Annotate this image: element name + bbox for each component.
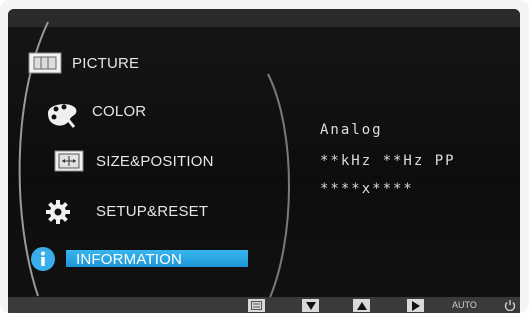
menu-item-label: SETUP&RESET (96, 203, 209, 220)
palette-icon (42, 99, 82, 134)
info-icon (30, 246, 56, 277)
menu-item-label: PICTURE (72, 55, 140, 72)
menu-icon (251, 301, 262, 310)
power-icon[interactable] (504, 299, 516, 311)
down-button[interactable] (302, 299, 319, 312)
up-button[interactable] (353, 299, 370, 312)
up-arrow-icon (356, 301, 367, 310)
menu-item-label: SIZE&POSITION (96, 153, 214, 170)
auto-button[interactable]: AUTO (452, 300, 477, 310)
menu-item-label: INFORMATION (76, 251, 183, 268)
osd-top-bar (8, 9, 520, 27)
resolution-info: ****x**** (320, 181, 414, 197)
monitor-osd-frame: PICTURE COLOR SIZE&POSITION SETUP&RESET … (0, 0, 529, 313)
down-arrow-icon (305, 301, 316, 310)
right-arrow-icon (411, 300, 420, 311)
signal-type: Analog (320, 122, 383, 138)
size-position-icon (54, 150, 84, 177)
menu-button[interactable] (248, 299, 265, 312)
gear-icon (44, 198, 72, 231)
frequency-info: **kHz **Hz PP (320, 153, 456, 169)
enter-button[interactable] (407, 299, 424, 312)
picture-icon (28, 52, 62, 79)
menu-item-label: COLOR (92, 103, 147, 120)
